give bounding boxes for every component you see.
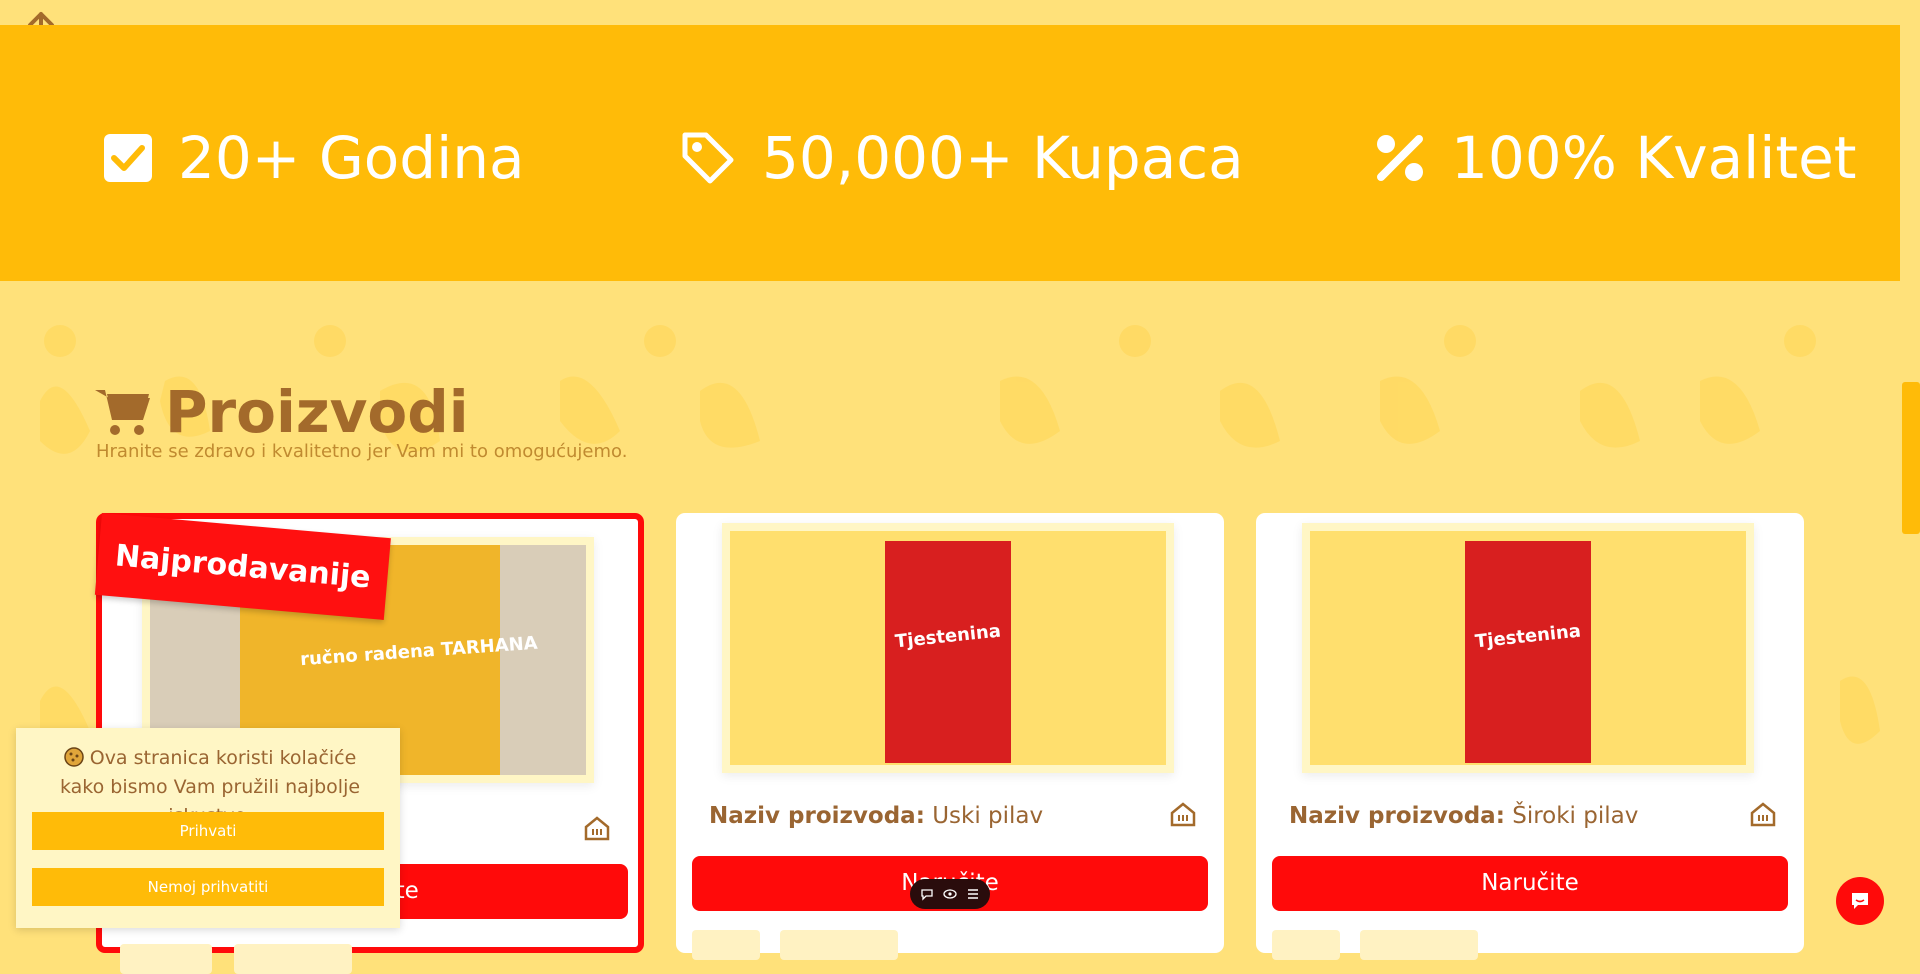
eye-icon[interactable] [943,887,957,901]
chat-icon [1852,893,1868,909]
product-image: Tjestenina [722,523,1174,773]
product-tag [1360,930,1478,960]
stat-years-text: 20+ Godina [178,124,525,192]
shopping-cart-icon [95,390,150,435]
percent-icon [1377,135,1423,181]
cookie-banner: Ova stranica koristi kolačiće kako bismo… [16,728,400,928]
stat-customers: 50,000+ Kupaca [680,120,1244,196]
stat-years: 20+ Godina [104,120,525,196]
cookie-accept-button[interactable]: Prihvati [32,812,384,850]
products-heading: Proizvodi [95,378,469,446]
house-icon [1750,802,1776,827]
comment-icon[interactable] [920,887,934,901]
stats-banner: 20+ Godina 50,000+ Kupaca 100% Kvalitet [0,25,1900,281]
products-subtitle: Hranite se zdravo i kvalitetno jer Vam m… [96,441,628,462]
product-tag [1272,930,1340,960]
product-tag [692,930,760,960]
product-card-siroki-pilav[interactable]: Tjestenina Naziv proizvoda: Široki pilav… [1256,513,1804,960]
stat-quality-text: 100% Kvalitet [1451,124,1857,192]
products-title: Proizvodi [165,378,469,446]
stat-customers-text: 50,000+ Kupaca [762,124,1244,192]
stat-quality: 100% Kvalitet [1375,120,1857,196]
menu-icon[interactable] [966,887,980,901]
product-package [885,541,1011,763]
cookie-decline-button[interactable]: Nemoj prihvatiti [32,868,384,906]
chat-button[interactable] [1836,877,1884,925]
house-icon [1170,802,1196,827]
product-tag [234,944,352,974]
product-package [1465,541,1591,763]
house-icon [584,816,610,841]
check-square-icon [104,134,152,182]
scrollbar-thumb[interactable] [1902,382,1920,534]
product-name: Naziv proizvoda: Široki pilav [1289,803,1639,829]
floating-toolbar [910,879,990,909]
top-strip [0,0,1900,25]
product-name: Naziv proizvoda: Uski pilav [709,803,1044,829]
tag-icon [682,132,734,184]
product-tag [120,944,212,974]
product-tag [780,930,898,960]
order-button[interactable]: Naručite [1272,856,1788,911]
product-image: Tjestenina [1302,523,1754,773]
cookie-icon [63,747,84,767]
